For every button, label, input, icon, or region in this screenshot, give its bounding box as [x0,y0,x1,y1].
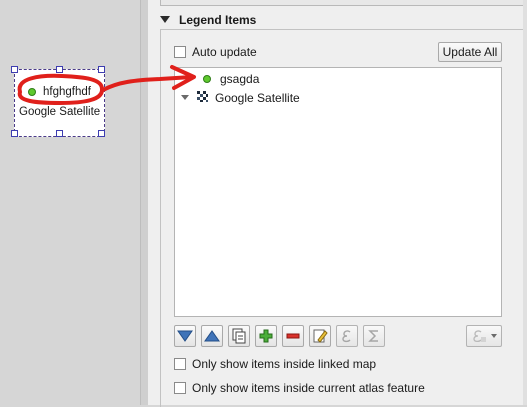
add-group-icon [232,328,246,344]
resize-handle[interactable] [98,130,105,137]
panel-scrollbar[interactable] [523,0,527,405]
legend-entry-label: hfghgfhdf [43,86,91,98]
move-up-icon [204,330,220,342]
point-symbol-icon [28,87,36,96]
expression-button[interactable] [336,325,358,347]
point-symbol-icon [203,74,211,83]
expression-icon [342,330,351,343]
only-atlas-feature-label: Only show items inside current atlas fea… [192,380,425,395]
resize-handle[interactable] [98,66,105,73]
tree-item[interactable]: Google Satellite [181,90,300,105]
resize-handle[interactable] [56,130,63,137]
checkbox-box[interactable] [174,45,186,58]
legend-entry: hfghgfhdf [28,86,91,98]
legend-item-frame[interactable]: hfghgfhdf Google Satellite [11,66,105,137]
raster-layer-icon [197,91,208,102]
edit-item-icon [313,329,328,343]
sum-button[interactable] [363,325,385,347]
only-linked-map-checkbox[interactable]: Only show items inside linked map [174,356,376,371]
collapse-caret-icon[interactable] [160,16,170,23]
checkbox-box[interactable] [174,357,186,370]
legend-items-group-header[interactable]: Legend Items [160,13,256,27]
move-down-icon [177,330,193,342]
add-group-button[interactable] [228,325,250,347]
only-atlas-feature-checkbox[interactable]: Only show items inside current atlas fea… [174,380,425,395]
legend-items-toolbar [174,325,504,347]
add-item-button[interactable] [255,325,277,347]
remove-item-button[interactable] [282,325,304,347]
move-up-button[interactable] [201,325,223,347]
auto-update-label: Auto update [192,44,257,59]
update-all-button[interactable]: Update All [438,42,502,62]
move-down-button[interactable] [174,325,196,347]
sum-icon [368,330,378,342]
expand-arrow-icon[interactable] [181,95,189,100]
filter-expression-icon [473,330,497,343]
legend-layer-label: Google Satellite [19,106,101,118]
checkbox-box[interactable] [174,381,186,394]
tree-item-label: Google Satellite [215,90,300,105]
resize-handle[interactable] [11,130,18,137]
tree-item-label: gsagda [220,71,260,86]
group-title: Legend Items [179,13,257,27]
legend-items-tree[interactable]: gsagda Google Satellite [174,67,502,317]
layout-canvas: hfghgfhdf Google Satellite [0,0,140,405]
add-item-icon [259,329,273,343]
previous-group-box [160,0,527,6]
filter-expression-dropdown[interactable] [466,325,502,347]
remove-item-icon [286,333,300,339]
resize-handle[interactable] [11,66,18,73]
item-properties-panel: Legend Items Auto update Update All gsag… [148,0,527,407]
edit-item-button[interactable] [309,325,331,347]
tree-item[interactable]: gsagda [203,71,259,86]
auto-update-checkbox[interactable]: Auto update [174,44,257,59]
resize-handle[interactable] [56,66,63,73]
only-linked-map-label: Only show items inside linked map [192,356,377,371]
